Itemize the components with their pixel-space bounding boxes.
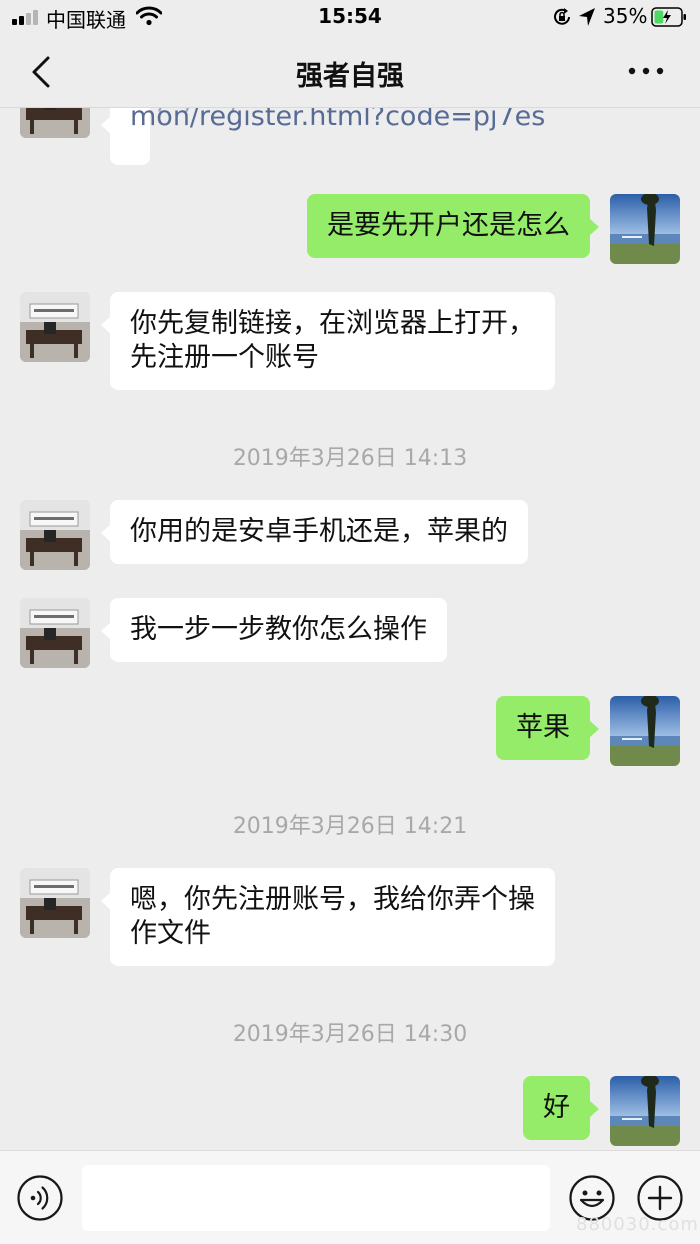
message-text-line: 你先复制链接，在浏览器上打开， <box>130 308 535 339</box>
voice-icon[interactable] <box>16 1174 64 1222</box>
message-bubble[interactable]: -- /- / -- /-- - mon/register.html?code=… <box>101 108 545 165</box>
timestamp: 2019年3月26日 14:30 <box>232 1022 468 1047</box>
more-dots-icon[interactable] <box>624 54 668 88</box>
avatar[interactable] <box>610 696 680 766</box>
message-bubble[interactable]: 苹果 <box>496 696 599 760</box>
battery-percent: 35% <box>603 4 648 28</box>
avatar[interactable] <box>20 292 90 362</box>
timestamp: 2019年3月26日 14:13 <box>232 446 468 471</box>
nav-bar: 强者自强 <box>0 34 700 108</box>
avatar[interactable] <box>20 598 90 668</box>
avatar[interactable] <box>610 194 680 264</box>
message-bubble[interactable]: 是要先开户还是怎么 <box>307 194 599 258</box>
rotation-lock-icon <box>554 8 570 25</box>
message-text: 是要先开户还是怎么 <box>327 210 570 241</box>
message-bubble[interactable]: 好 <box>523 1076 599 1140</box>
battery-icon <box>651 7 686 27</box>
message-bubble[interactable]: 你用的是安卓手机还是，苹果的 <box>101 500 528 564</box>
avatar[interactable] <box>610 1076 680 1146</box>
message-text[interactable]: mon/register.html?code=pj7es <box>130 108 545 134</box>
status-bar: 中国联通 15:54 35% <box>0 0 700 34</box>
location-icon <box>579 8 595 26</box>
message-text-line: 作文件 <box>130 918 211 949</box>
message-bubble[interactable]: 嗯，你先注册账号，我给你弄个操 作文件 <box>101 868 555 966</box>
timestamp: 2019年3月26日 14:21 <box>232 814 468 839</box>
message-input[interactable] <box>82 1165 550 1231</box>
avatar[interactable] <box>20 108 90 138</box>
message-bubble[interactable]: 我一步一步教你怎么操作 <box>101 598 447 662</box>
message-text-line: 先注册一个账号 <box>130 342 319 373</box>
chat-title: 强者自强 <box>296 61 404 92</box>
avatar[interactable] <box>20 868 90 938</box>
message-text: 苹果 <box>516 712 570 743</box>
avatar[interactable] <box>20 500 90 570</box>
message-text: 我一步一步教你怎么操作 <box>130 614 427 645</box>
message-bubble[interactable]: 你先复制链接，在浏览器上打开， 先注册一个账号 <box>101 292 555 390</box>
message-text-line: 嗯，你先注册账号，我给你弄个操 <box>130 884 535 915</box>
watermark: 880030.com <box>576 1214 699 1235</box>
message-text: 好 <box>543 1092 570 1123</box>
message-text: 你用的是安卓手机还是，苹果的 <box>130 516 508 547</box>
message-list[interactable]: -- /- / -- /-- - mon/register.html?code=… <box>0 108 700 1150</box>
